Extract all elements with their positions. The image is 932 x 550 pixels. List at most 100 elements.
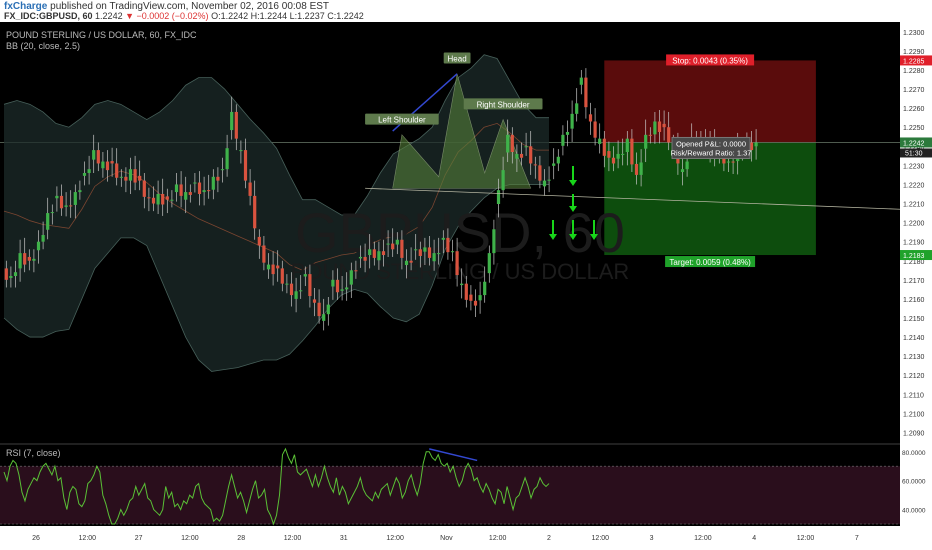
y-tick-label: 1.2290	[903, 49, 925, 56]
y-tick-label: 1.2300	[903, 30, 925, 37]
stop-label: Stop: 0.0043 (0.35%)	[672, 56, 748, 65]
y-tick-label: 1.2090	[903, 430, 925, 437]
candle-body	[331, 279, 335, 287]
candle-body	[317, 302, 321, 317]
y-tick-label: 1.2110	[903, 392, 924, 399]
candle-body	[156, 193, 160, 205]
last-price: 1.2242	[95, 11, 123, 21]
candle-body	[225, 148, 229, 170]
candle-body	[621, 153, 625, 155]
candle-body	[262, 245, 266, 263]
candle-body	[496, 190, 501, 204]
candle-body	[754, 142, 758, 147]
candle-body	[680, 169, 685, 173]
candle-body	[639, 162, 643, 175]
y-tick-label: 1.2210	[903, 202, 925, 209]
y-tick-label: 1.2230	[903, 163, 925, 170]
right-shoulder-label: Right Shoulder	[463, 98, 543, 110]
candle-body	[648, 134, 652, 136]
candle-body	[533, 164, 537, 166]
candle-body	[483, 281, 487, 296]
y-tick-label: 1.2270	[903, 87, 925, 94]
x-tick-label: 12:00	[797, 535, 815, 542]
candle-body	[625, 138, 629, 153]
candle-body	[634, 163, 639, 175]
x-tick-label: 28	[237, 535, 245, 542]
candle-body	[584, 77, 588, 108]
candle-body	[446, 237, 450, 253]
candle-body	[616, 153, 620, 159]
x-tick-label: 12:00	[284, 535, 302, 542]
candle-body	[561, 134, 565, 146]
x-tick-label: 27	[135, 535, 143, 542]
candle-body	[510, 134, 514, 153]
name-watermark: POUND STERLING / US DOLLAR	[291, 259, 630, 284]
x-tick-label: 12:00	[592, 535, 610, 542]
ohlc-close: C:1.2242	[327, 11, 364, 21]
ohlc-low: L:1.2237	[289, 11, 325, 21]
candle-body	[18, 253, 22, 269]
y-tick-label: 1.2100	[903, 411, 925, 418]
candle-body	[266, 264, 271, 270]
candle-body	[308, 274, 312, 297]
stop-price-tag: 1.2285	[903, 58, 925, 65]
candle-body	[46, 213, 50, 230]
candle-body	[294, 291, 298, 299]
y-tick-label: 1.2150	[903, 316, 925, 323]
candle-body	[27, 256, 31, 261]
x-tick-label: 12:00	[79, 535, 97, 542]
candle-body	[128, 169, 133, 181]
y-tick-label: 1.2280	[903, 68, 925, 75]
candle-body	[299, 290, 303, 292]
candle-body	[529, 146, 533, 164]
candle-body	[96, 150, 100, 164]
time-axis[interactable]: 26 12:00 27 12:00 28 12:00 31 12:00 Nov 12:00 2 12:…	[0, 526, 900, 550]
candle-body	[404, 260, 409, 266]
candle-body	[41, 235, 45, 242]
candle-body	[119, 176, 123, 178]
candle-body	[492, 229, 496, 254]
candle-body	[92, 150, 96, 160]
candle-body	[188, 192, 192, 195]
rsi-label: RSI (7, close)	[6, 448, 61, 458]
candle-body	[234, 111, 238, 139]
candle-body	[418, 249, 422, 256]
candle-body	[414, 249, 418, 251]
x-tick-label: 12:00	[386, 535, 404, 542]
candle-body	[340, 289, 344, 291]
candle-body	[312, 299, 317, 303]
x-tick-label: Nov	[440, 535, 453, 542]
candle-body	[216, 176, 220, 181]
candle-body	[345, 287, 349, 290]
candle-body	[55, 195, 59, 199]
candle-body	[602, 138, 606, 156]
candle-body	[322, 314, 326, 321]
candle-body	[455, 251, 459, 276]
main-title: POUND STERLING / US DOLLAR, 60, FX_IDC	[6, 30, 197, 40]
candle-body	[552, 163, 556, 166]
chart-canvas[interactable]: GBPUSD, 60 POUND STERLING / US DOLLAR Le…	[0, 22, 932, 550]
candle-body	[427, 247, 432, 258]
candle-body	[303, 274, 307, 277]
right-shoulder-label-text: Right Shoulder	[477, 100, 530, 109]
candle-body	[202, 190, 206, 193]
ohlc-open: O:1.2242	[211, 11, 249, 21]
candle-body	[105, 161, 110, 171]
candle-body	[363, 256, 367, 261]
candle-body	[326, 304, 330, 315]
x-tick-label: 26	[32, 535, 40, 542]
x-tick-label: 12:00	[694, 535, 712, 542]
candle-body	[731, 161, 735, 163]
rsi-tick-label: 80.0000	[902, 450, 926, 457]
candle-body	[174, 184, 179, 193]
candle-body	[538, 165, 542, 181]
price-axis[interactable]: 1.2300 1.2290 1.2280 1.2270 1.2260 1.2250 1.22…	[900, 22, 932, 550]
countdown: 51:30	[905, 150, 923, 157]
candle-body	[207, 190, 211, 192]
x-tick-label: 3	[650, 535, 654, 542]
x-tick-label: 4	[752, 535, 756, 542]
candle-body	[473, 300, 478, 306]
bb-label: BB (20, close, 2.5)	[6, 41, 80, 51]
y-tick-label: 1.2200	[903, 221, 925, 228]
x-tick-label: 7	[855, 535, 859, 542]
